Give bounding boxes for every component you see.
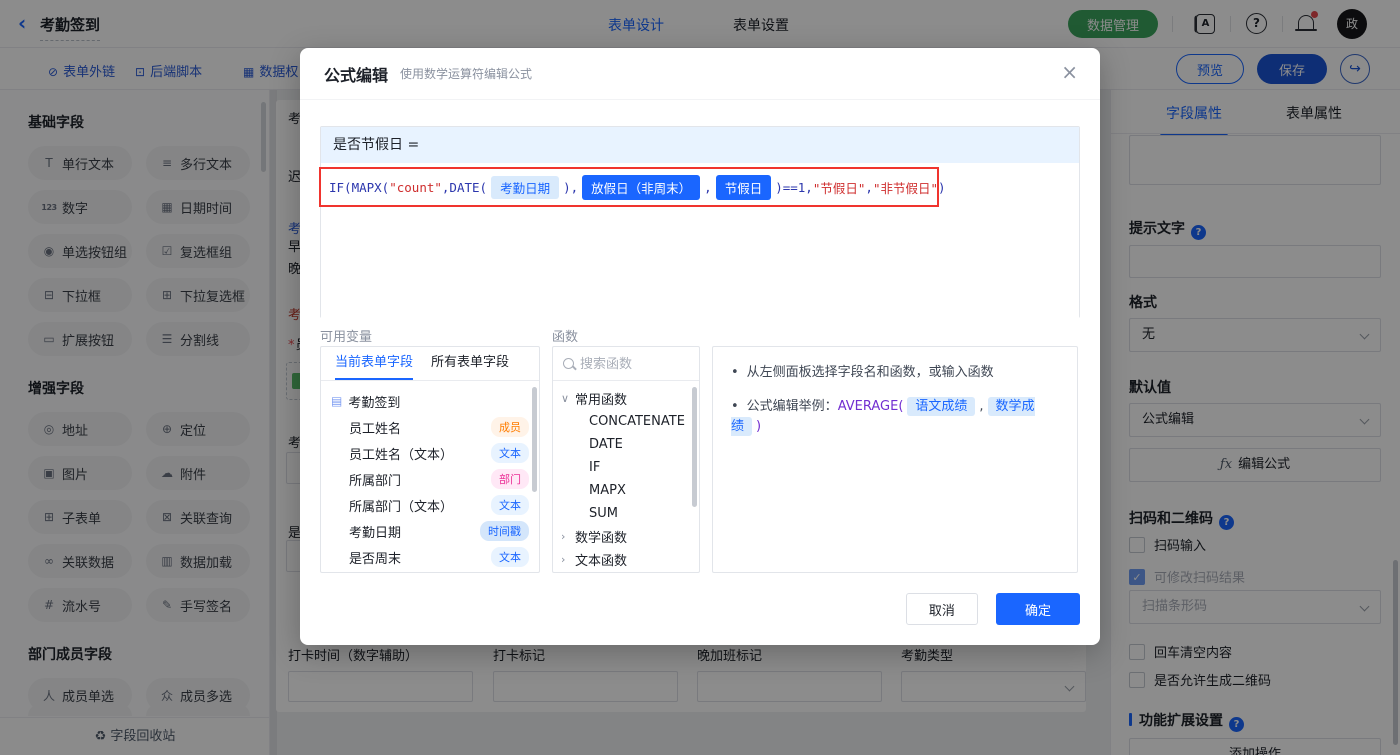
function-name: CONCATENATE	[589, 414, 685, 429]
tab-current-form-fields[interactable]: 当前表单字段	[335, 347, 414, 380]
formula-token[interactable]: )	[938, 180, 946, 195]
modal-subtitle: 使用数学运算符编辑公式	[400, 67, 533, 81]
variable-item[interactable]: 是否周末 文本	[331, 544, 529, 570]
function-list: ∨ 常用函数 CONCATENATE DATE IF MAPX SUM › 数学…	[553, 381, 699, 571]
variable-name: 是否周末	[349, 551, 402, 567]
modal-header: 公式编辑 使用数学运算符编辑公式 ×	[300, 48, 1100, 100]
variable-name: 员工姓名（文本）	[349, 447, 454, 463]
variable-name: 员工姓名	[349, 421, 402, 437]
formula-token[interactable]: "节假日"	[813, 178, 866, 197]
file-icon: ▤	[331, 394, 343, 408]
function-search	[553, 347, 699, 381]
functions-scrollbar[interactable]	[692, 387, 697, 507]
help-line-1: • 从左侧面板选择字段名和函数，或输入函数	[731, 365, 994, 380]
variables-scrollbar[interactable]	[532, 387, 537, 492]
function-name: 常用函数	[575, 393, 628, 408]
variable-type-tag: 部门	[491, 469, 529, 489]
tree-chevron-icon: ›	[561, 553, 566, 566]
modal-footer: 取消 确定	[905, 593, 1080, 625]
function-item[interactable]: › 数学函数	[561, 525, 691, 548]
formula-token[interactable]: 放假日（非周末）	[582, 174, 701, 200]
variable-item[interactable]: 员工姓名（文本） 文本	[331, 440, 529, 466]
variable-item[interactable]: 考勤日期 时间戳	[331, 518, 529, 544]
variable-item[interactable]: 所属部门（文本） 文本	[331, 492, 529, 518]
functions-label: 函数	[552, 330, 579, 345]
function-search-input[interactable]	[580, 356, 670, 371]
variable-item[interactable]: 所属部门 部门	[331, 466, 529, 492]
help-line-2: • 公式编辑举例：AVERAGE(语文成绩, 数学成绩)	[731, 397, 1035, 436]
help-panel: • 从左侧面板选择字段名和函数，或输入函数 • 公式编辑举例：AVERAGE(语文成…	[712, 346, 1078, 573]
variable-type-tag: 文本	[491, 443, 529, 463]
formula-token[interactable]: 节假日	[715, 174, 772, 200]
functions-panel: ∨ 常用函数 CONCATENATE DATE	[552, 346, 700, 573]
form-root-item[interactable]: ▤ 考勤签到	[331, 388, 529, 414]
variable-type-tag: 时间戳	[480, 521, 529, 541]
function-item[interactable]: MAPX	[561, 479, 691, 502]
function-name: IF	[589, 460, 601, 475]
confirm-button[interactable]: 确定	[996, 593, 1080, 625]
function-item[interactable]: IF	[561, 456, 691, 479]
modal-title: 公式编辑	[324, 65, 389, 85]
function-item[interactable]: › 文本函数	[561, 548, 691, 571]
function-item[interactable]: SUM	[561, 502, 691, 525]
search-icon	[563, 358, 574, 369]
variables-panel: 当前表单字段 所有表单字段 ▤ 考勤签到 员工姓名 成员 员工姓名（文本） 文本…	[320, 346, 540, 573]
formula-highlight-box: IF(MAPX( "count" ,DATE( 考勤日期 ), 放假日（非周末）…	[319, 167, 946, 207]
cancel-button[interactable]: 取消	[905, 593, 978, 625]
formula-token[interactable]: )==1,	[775, 180, 813, 195]
formula-token[interactable]: ,	[865, 180, 873, 195]
formula-token[interactable]: ,DATE(	[442, 180, 487, 195]
variables-tabs: 当前表单字段 所有表单字段	[321, 347, 539, 381]
formula-token[interactable]: ,	[704, 180, 712, 195]
formula-token[interactable]: 考勤日期	[491, 175, 560, 199]
example-function: AVERAGE(	[837, 399, 904, 414]
function-name: 文本函数	[575, 554, 628, 569]
formula-token[interactable]: "非节假日"	[873, 178, 938, 197]
function-item[interactable]: DATE	[561, 433, 691, 456]
tree-chevron-icon: ›	[561, 530, 566, 543]
variable-name: 所属部门	[349, 473, 402, 489]
variable-name: 考勤日期	[349, 525, 402, 541]
function-name: DATE	[589, 437, 623, 452]
tab-all-form-fields[interactable]: 所有表单字段	[431, 347, 509, 380]
formula-token[interactable]: ),	[563, 180, 578, 195]
close-icon[interactable]: ×	[1061, 62, 1078, 82]
tree-chevron-icon: ∨	[561, 392, 570, 405]
variable-item[interactable]: 员工姓名 成员	[331, 414, 529, 440]
formula-code-area[interactable]: IF(MAPX( "count" ,DATE( 考勤日期 ), 放假日（非周末）…	[319, 163, 1079, 318]
variable-type-tag: 文本	[491, 547, 529, 567]
variable-type-tag: 成员	[491, 417, 529, 437]
example-field-pill: 语文成绩	[907, 397, 976, 416]
function-item[interactable]: CONCATENATE	[561, 410, 691, 433]
variable-rows: 员工姓名 成员 员工姓名（文本） 文本 所属部门 部门 所属部门（文本） 文本 …	[331, 414, 529, 570]
formula-editor-modal: 公式编辑 使用数学运算符编辑公式 × 是否节假日 = IF(MAPX( "cou…	[300, 48, 1100, 645]
variable-name: 所属部门（文本）	[349, 499, 454, 515]
function-name: 数学函数	[575, 531, 628, 546]
function-name: MAPX	[589, 483, 626, 498]
app-screen: ‹ 考勤签到 表单设计 表单设置 数据管理 A ? 政 ⊘ 表单外链 ⊡ 后端脚本 …	[0, 0, 1400, 755]
formula-token[interactable]: "count"	[389, 180, 442, 195]
function-name: SUM	[589, 506, 618, 521]
function-item[interactable]: ∨ 常用函数	[561, 387, 691, 410]
formula-target: 是否节假日 =	[321, 127, 1079, 163]
formula-token[interactable]: IF(MAPX(	[329, 180, 389, 195]
variables-list: ▤ 考勤签到 员工姓名 成员 员工姓名（文本） 文本 所属部门 部门 所属部门（…	[321, 381, 539, 570]
variable-type-tag: 文本	[491, 495, 529, 515]
formula-editor: 是否节假日 = IF(MAPX( "count" ,DATE( 考勤日期 ),	[319, 126, 1080, 318]
variables-label: 可用变量	[320, 330, 373, 345]
